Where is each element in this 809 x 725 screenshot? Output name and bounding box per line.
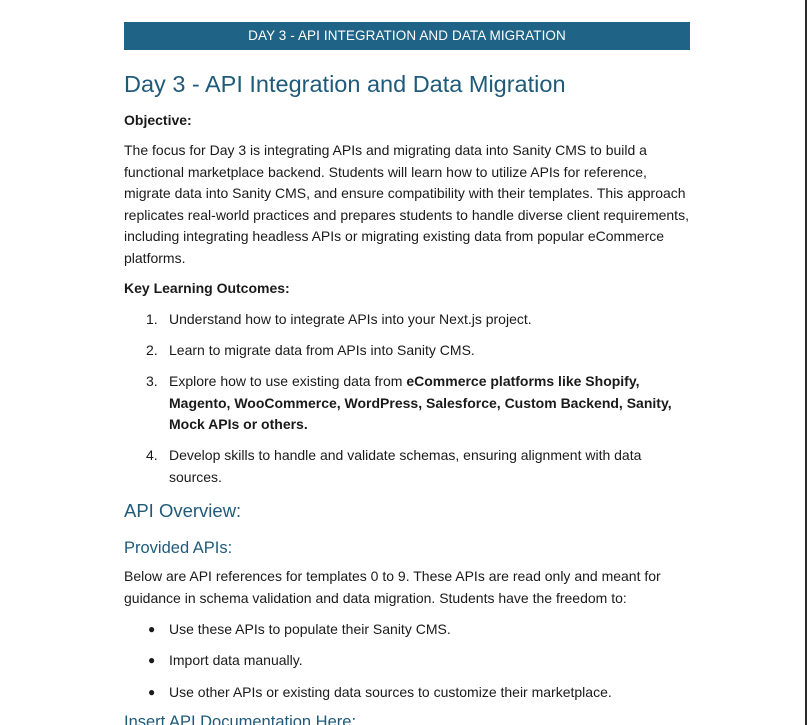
objective-paragraph: The focus for Day 3 is integrating APIs …	[124, 142, 689, 266]
bullet-icon: ●	[148, 622, 156, 636]
page-edge-divider	[805, 0, 807, 725]
list-number: 3.	[146, 373, 158, 389]
bullet-icon: ●	[148, 653, 156, 667]
subsection-heading-provided-apis: Provided APIs:	[124, 539, 233, 557]
list-item-text: Develop skills to handle and validate sc…	[169, 447, 642, 485]
list-item-text: Import data manually.	[169, 652, 303, 668]
section-heading-api-overview: API Overview:	[124, 500, 242, 521]
list-item-text: Use other APIs or existing data sources …	[169, 684, 612, 700]
list-number: 4.	[146, 447, 158, 463]
list-item-text-plain: Explore how to use existing data from	[169, 373, 407, 389]
list-number: 1.	[146, 311, 158, 327]
list-item-text: Explore how to use existing data from eC…	[169, 371, 689, 436]
document-page: DAY 3 - API INTEGRATION AND DATA MIGRATI…	[124, 22, 690, 725]
list-item-text: Use these APIs to populate their Sanity …	[169, 621, 451, 637]
provided-apis-intro: Below are API references for templates 0…	[124, 568, 661, 606]
objective-label: Objective:	[124, 112, 192, 128]
subsection-heading-api-docs: Insert API Documentation Here:	[124, 713, 357, 725]
page-title: Day 3 - API Integration and Data Migrati…	[124, 71, 566, 97]
list-item-text: Learn to migrate data from APIs into San…	[169, 342, 475, 358]
outcomes-label: Key Learning Outcomes:	[124, 280, 290, 296]
list-number: 2.	[146, 342, 158, 358]
bullet-icon: ●	[148, 685, 156, 699]
header-banner: DAY 3 - API INTEGRATION AND DATA MIGRATI…	[124, 22, 690, 50]
list-item-text: Understand how to integrate APIs into yo…	[169, 311, 532, 327]
